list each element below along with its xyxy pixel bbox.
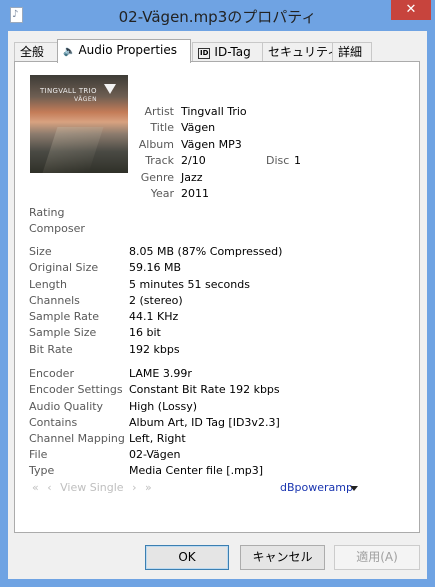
- album-art: TINGVALL TRIO VÄGEN: [30, 75, 128, 173]
- properties-window: 02-Vägen.mp3のプロパティ ✕ 全般 🔈Audio Propertie…: [0, 0, 435, 587]
- tab-id-tag-label: ID-Tag: [214, 45, 251, 59]
- encoder-settings-value: Constant Bit Rate 192 kbps: [129, 383, 280, 396]
- genre-label: Genre: [140, 171, 174, 184]
- encoder-label: Encoder: [29, 367, 74, 380]
- sample-size-value: 16 bit: [129, 326, 161, 339]
- type-value: Media Center file [.mp3]: [129, 464, 264, 477]
- dialog-client: 全般 🔈 Audio Properties ID ID-Tag セキュリティ 詳細 …: [8, 31, 427, 579]
- tab-audio-properties[interactable]: 🔈 Audio Properties: [57, 39, 191, 63]
- id-tag-icon: ID: [198, 48, 211, 59]
- album-value: Vägen MP3: [181, 138, 242, 151]
- audio-quality-label: Audio Quality: [29, 400, 104, 413]
- length-value: 5 minutes 51 seconds: [129, 278, 250, 291]
- view-navigation: « ‹ View Single › »: [32, 481, 157, 494]
- close-button[interactable]: ✕: [391, 0, 431, 20]
- contains-value: Album Art, ID Tag [ID3v2.3]: [129, 416, 280, 429]
- window-title: 02-Vägen.mp3のプロパティ: [118, 8, 317, 26]
- file-value: 02-Vägen: [129, 448, 181, 461]
- title-value: Vägen: [181, 121, 216, 134]
- album-art-album: VÄGEN: [74, 96, 98, 103]
- encoder-value: LAME 3.99r: [129, 367, 192, 380]
- contains-label: Contains: [29, 416, 78, 429]
- length-label: Length: [29, 278, 67, 291]
- tab-details[interactable]: 詳細: [332, 42, 372, 62]
- last-arrow-icon[interactable]: »: [145, 481, 152, 494]
- cancel-button[interactable]: キャンセル: [240, 545, 325, 570]
- artist-label: Artist: [144, 105, 174, 118]
- file-label: File: [29, 448, 48, 461]
- sample-size-label: Sample Size: [29, 326, 97, 339]
- original-size-label: Original Size: [29, 261, 99, 274]
- channel-mapping-label: Channel Mapping: [29, 432, 125, 445]
- tab-strip: 全般 🔈 Audio Properties ID ID-Tag セキュリティ 詳細: [14, 39, 419, 63]
- prev-arrow-icon[interactable]: ‹: [47, 481, 51, 494]
- channels-value: 2 (stereo): [129, 294, 183, 307]
- title-bar[interactable]: 02-Vägen.mp3のプロパティ ✕: [0, 0, 435, 32]
- channels-label: Channels: [29, 294, 80, 307]
- apply-button[interactable]: 適用(A): [334, 545, 420, 570]
- sample-rate-value: 44.1 KHz: [129, 310, 179, 323]
- tab-security[interactable]: セキュリティ: [262, 42, 339, 62]
- channel-mapping-value: Left, Right: [129, 432, 186, 445]
- size-label: Size: [29, 245, 52, 258]
- audio-properties-panel: TINGVALL TRIO VÄGEN Artist Tingvall Trio…: [14, 61, 420, 533]
- artist-value: Tingvall Trio: [181, 105, 247, 118]
- album-art-brand: TINGVALL TRIO: [40, 87, 97, 95]
- encoder-settings-label: Encoder Settings: [29, 383, 123, 396]
- bit-rate-label: Bit Rate: [29, 343, 73, 356]
- first-arrow-icon[interactable]: «: [32, 481, 39, 494]
- tab-id-tag[interactable]: ID ID-Tag: [192, 42, 263, 62]
- tab-details-label: 詳細: [338, 45, 363, 59]
- tab-general[interactable]: 全般: [14, 42, 58, 62]
- bit-rate-value: 192 kbps: [129, 343, 180, 356]
- dropdown-arrow-icon[interactable]: [350, 486, 358, 491]
- rating-label: Rating: [29, 206, 65, 219]
- title-label: Title: [150, 121, 174, 134]
- audio-quality-value: High (Lossy): [129, 400, 197, 413]
- track-value: 2/10: [181, 154, 206, 167]
- tab-general-label: 全般: [20, 45, 45, 59]
- track-label: Track: [145, 154, 174, 167]
- triangle-logo-icon: [104, 84, 116, 94]
- year-value: 2011: [181, 187, 209, 200]
- ok-button[interactable]: OK: [145, 545, 229, 570]
- album-label: Album: [138, 138, 174, 151]
- type-label: Type: [29, 464, 55, 477]
- year-label: Year: [150, 187, 174, 200]
- tab-audio-properties-label: Audio Properties: [78, 43, 178, 57]
- speaker-icon: 🔈: [63, 46, 76, 57]
- next-arrow-icon[interactable]: ›: [132, 481, 136, 494]
- original-size-value: 59.16 MB: [129, 261, 182, 274]
- view-single-link[interactable]: View Single: [60, 481, 123, 494]
- size-value: 8.05 MB (87% Compressed): [129, 245, 283, 258]
- tab-security-label: セキュリティ: [268, 45, 340, 59]
- dbpoweramp-menu-link[interactable]: dBpoweramp: [280, 481, 353, 494]
- composer-label: Composer: [29, 222, 85, 235]
- disc-label: Disc: [266, 154, 290, 167]
- sample-rate-label: Sample Rate: [29, 310, 99, 323]
- disc-value: 1: [294, 154, 301, 167]
- genre-value: Jazz: [181, 171, 203, 184]
